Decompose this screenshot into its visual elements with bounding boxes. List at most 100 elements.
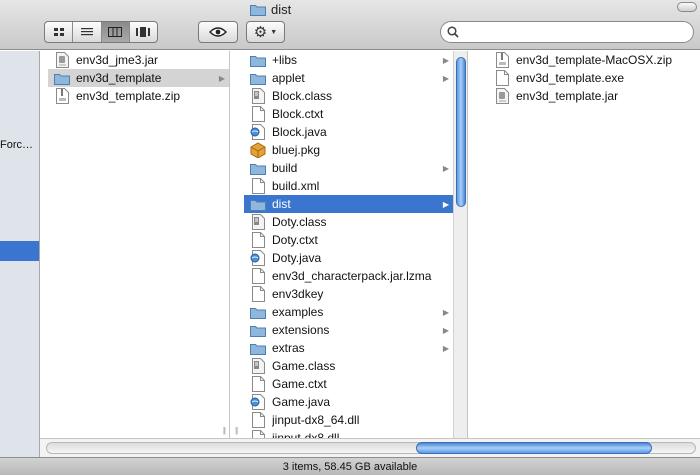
search-icon [447, 26, 459, 38]
folder-icon [250, 322, 266, 338]
jar-file-icon [54, 52, 70, 68]
folder-row[interactable]: +libs ▶ [244, 51, 453, 69]
text-file-icon [250, 412, 266, 428]
icon-view-button[interactable] [45, 22, 74, 42]
search-input[interactable] [463, 23, 693, 41]
file-name: examples [272, 305, 324, 319]
file-row[interactable]: bluej.pkg [244, 141, 453, 159]
browser-column-1: env3d_jme3.jar env3d_template ▶ env3d_templ… [40, 51, 230, 438]
text-file-icon [250, 286, 266, 302]
file-name: build.xml [272, 179, 320, 193]
text-file-icon [250, 232, 266, 248]
text-file-icon [250, 268, 266, 284]
file-row[interactable]: env3d_template-MacOSX.zip [488, 51, 700, 69]
text-file-icon [494, 70, 510, 86]
file-name: env3d_template-MacOSX.zip [516, 53, 673, 67]
file-name: applet [272, 71, 305, 85]
file-row[interactable]: env3d_template.jar [488, 87, 700, 105]
file-row[interactable]: env3d_template.zip [48, 87, 229, 105]
file-name: Game.ctxt [272, 377, 327, 391]
disclosure-arrow-icon: ▶ [442, 199, 449, 209]
zip-file-icon [494, 52, 510, 68]
file-name: extensions [272, 323, 330, 337]
window-title-text: dist [271, 1, 292, 17]
disclosure-arrow-icon: ▶ [442, 343, 449, 353]
file-row[interactable]: Game.java [244, 393, 453, 411]
file-row[interactable]: Doty.ctxt [244, 231, 453, 249]
file-name: env3dkey [272, 287, 324, 301]
file-name: Block.ctxt [272, 107, 324, 121]
column-view-button[interactable] [101, 22, 130, 42]
sidebar-selected-item[interactable] [0, 241, 39, 261]
file-row[interactable]: jinput-dx8_64.dll [244, 411, 453, 429]
folder-row[interactable]: env3d_template ▶ [48, 69, 229, 87]
file-row[interactable]: Block.java [244, 123, 453, 141]
file-name: +libs [272, 53, 298, 67]
file-row[interactable]: jinput-dx8.dll [244, 429, 453, 438]
sidebar-item-label[interactable]: Forc… [0, 139, 33, 151]
gear-icon: ⚙ [253, 23, 268, 41]
text-file-icon [250, 178, 266, 194]
folder-row[interactable]: examples ▶ [244, 303, 453, 321]
file-row[interactable]: env3dkey [244, 285, 453, 303]
file-name: build [272, 161, 298, 175]
file-name: jinput-dx8_64.dll [272, 413, 360, 427]
folder-row[interactable]: dist ▶ [244, 195, 453, 213]
file-row[interactable]: env3d_characterpack.jar.lzma [244, 267, 453, 285]
vertical-scroll-thumb[interactable] [456, 57, 466, 207]
window-title: dist [250, 1, 291, 17]
file-name: env3d_template.zip [76, 89, 181, 103]
file-row[interactable]: env3d_jme3.jar [48, 51, 229, 69]
list-icon [80, 28, 93, 36]
folder-row[interactable]: build ▶ [244, 159, 453, 177]
file-row[interactable]: Block.class [244, 87, 453, 105]
folder-icon [250, 160, 266, 176]
toolbar-toggle-button[interactable] [677, 2, 697, 12]
file-name: dist [272, 197, 291, 211]
file-name: env3d_template.jar [516, 89, 619, 103]
browser-column-3: env3d_template-MacOSX.zip env3d_template.… [468, 51, 700, 438]
view-mode-control [44, 21, 158, 43]
folder-icon [250, 52, 266, 68]
java-file-icon [250, 394, 266, 410]
file-name: env3d_template.exe [516, 71, 625, 85]
disclosure-arrow-icon: ▶ [442, 307, 449, 317]
status-bar: 3 items, 58.45 GB available [0, 457, 700, 475]
folder-icon [250, 304, 266, 320]
file-name: Block.java [272, 125, 327, 139]
file-row[interactable]: Block.ctxt [244, 105, 453, 123]
file-name: Game.class [272, 359, 336, 373]
file-name: Doty.ctxt [272, 233, 318, 247]
class-file-icon [250, 214, 266, 230]
columns-icon [108, 27, 123, 37]
file-name: Doty.class [272, 215, 327, 229]
jar-file-icon [494, 88, 510, 104]
file-row[interactable]: build.xml [244, 177, 453, 195]
coverflow-icon [136, 27, 151, 37]
toolbar: dist ⚙ ▼ [0, 0, 700, 50]
quick-look-button[interactable] [198, 21, 238, 43]
file-row[interactable]: Doty.class [244, 213, 453, 231]
folder-row[interactable]: extensions ▶ [244, 321, 453, 339]
horizontal-scrollbar[interactable] [40, 438, 700, 457]
column-resize-handle[interactable]: || [223, 426, 226, 435]
file-name: env3d_characterpack.jar.lzma [272, 269, 432, 283]
folder-row[interactable]: applet ▶ [244, 69, 453, 87]
file-name: extras [272, 341, 305, 355]
folder-row[interactable]: extras ▶ [244, 339, 453, 357]
vertical-scrollbar[interactable] [453, 51, 467, 438]
file-row[interactable]: env3d_template.exe [488, 69, 700, 87]
search-field[interactable] [440, 21, 694, 43]
file-row[interactable]: Doty.java [244, 249, 453, 267]
browser-column-2: +libs ▶ applet ▶ Block.class Block.ctxt Block.… [230, 51, 468, 438]
horizontal-scroll-thumb[interactable] [416, 442, 652, 454]
action-menu-button[interactable]: ⚙ ▼ [246, 21, 285, 43]
file-name: env3d_jme3.jar [76, 53, 159, 67]
file-row[interactable]: Game.class [244, 357, 453, 375]
text-file-icon [250, 430, 266, 438]
file-row[interactable]: Game.ctxt [244, 375, 453, 393]
coverflow-view-button[interactable] [130, 22, 157, 42]
file-name: Block.class [272, 89, 333, 103]
list-view-button[interactable] [73, 22, 102, 42]
column-resize-handle[interactable]: || [235, 426, 238, 435]
